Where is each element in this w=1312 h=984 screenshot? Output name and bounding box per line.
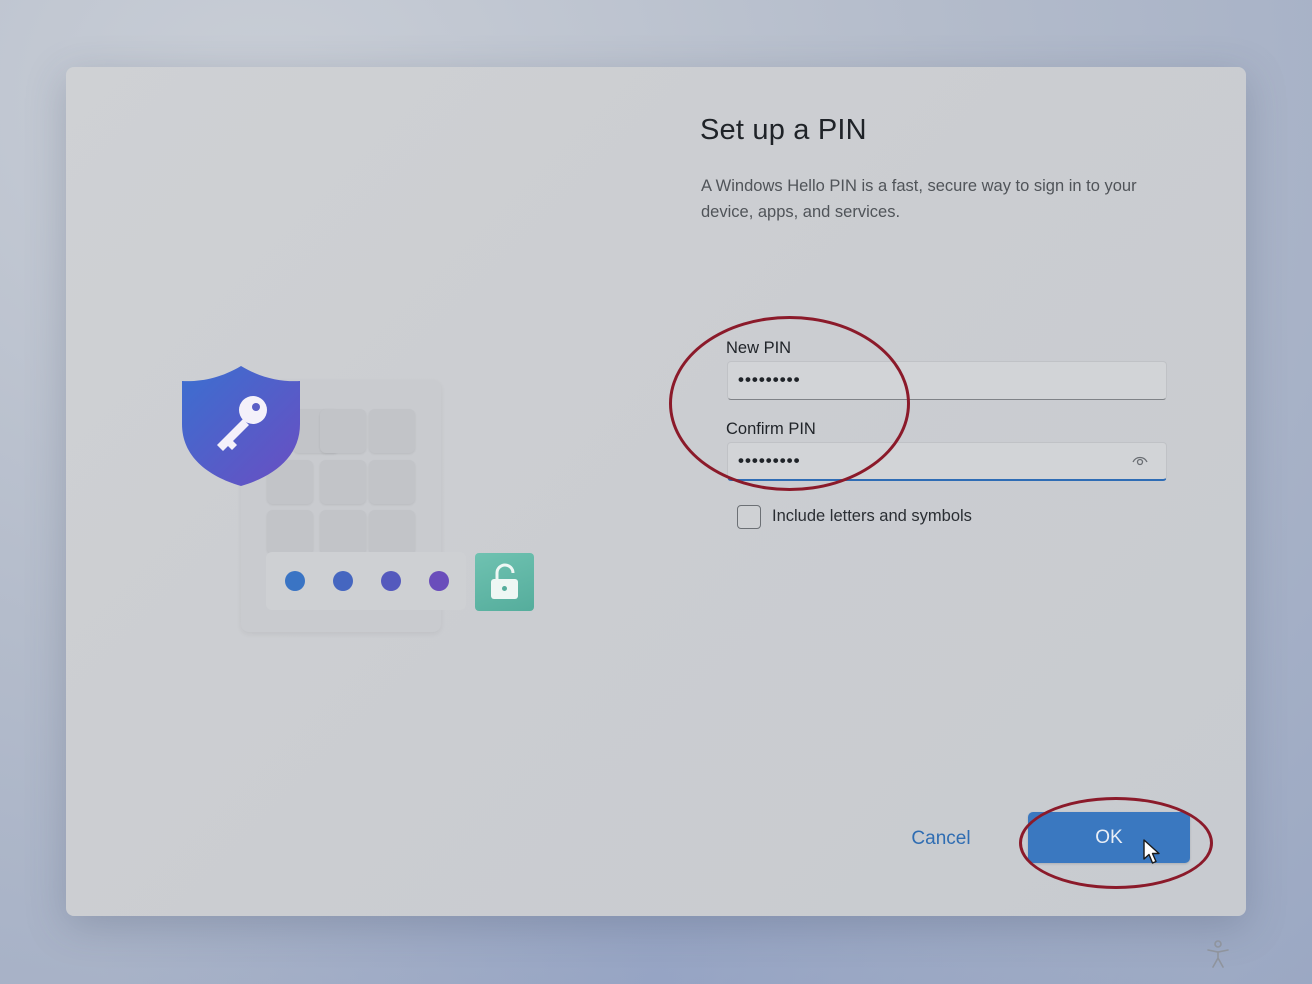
confirm-pin-label: Confirm PIN	[726, 420, 816, 438]
page-title: Set up a PIN	[700, 114, 867, 146]
keypad-key	[369, 409, 415, 453]
accessibility-icon[interactable]	[1206, 940, 1230, 968]
new-pin-value: •••••••••	[738, 370, 801, 389]
pin-dot	[285, 571, 305, 591]
shield-key-icon	[182, 366, 300, 486]
pin-dot	[381, 571, 401, 591]
pin-dot	[429, 571, 449, 591]
ok-button[interactable]: OK	[1028, 812, 1190, 863]
confirm-pin-value: •••••••••	[738, 451, 801, 470]
cancel-button[interactable]: Cancel	[900, 815, 982, 863]
unlocked-padlock-icon	[491, 563, 518, 599]
keypad-key	[267, 510, 313, 554]
include-letters-label[interactable]: Include letters and symbols	[772, 507, 972, 526]
keypad-key	[320, 460, 366, 504]
keypad-key	[369, 460, 415, 504]
keypad-key	[320, 510, 366, 554]
keypad-key	[369, 510, 415, 554]
mouse-cursor-icon	[1143, 839, 1160, 864]
keypad-key	[320, 409, 366, 453]
new-pin-label: New PIN	[726, 339, 792, 357]
new-pin-field[interactable]: •••••••••	[727, 361, 1167, 400]
unlock-tile	[475, 553, 534, 611]
include-letters-checkbox[interactable]	[737, 505, 761, 529]
eye-icon[interactable]	[1132, 455, 1148, 467]
pin-dot	[333, 571, 353, 591]
page-subtitle: A Windows Hello PIN is a fast, secure wa…	[701, 177, 1137, 221]
confirm-pin-field[interactable]: •••••••••	[727, 442, 1167, 481]
